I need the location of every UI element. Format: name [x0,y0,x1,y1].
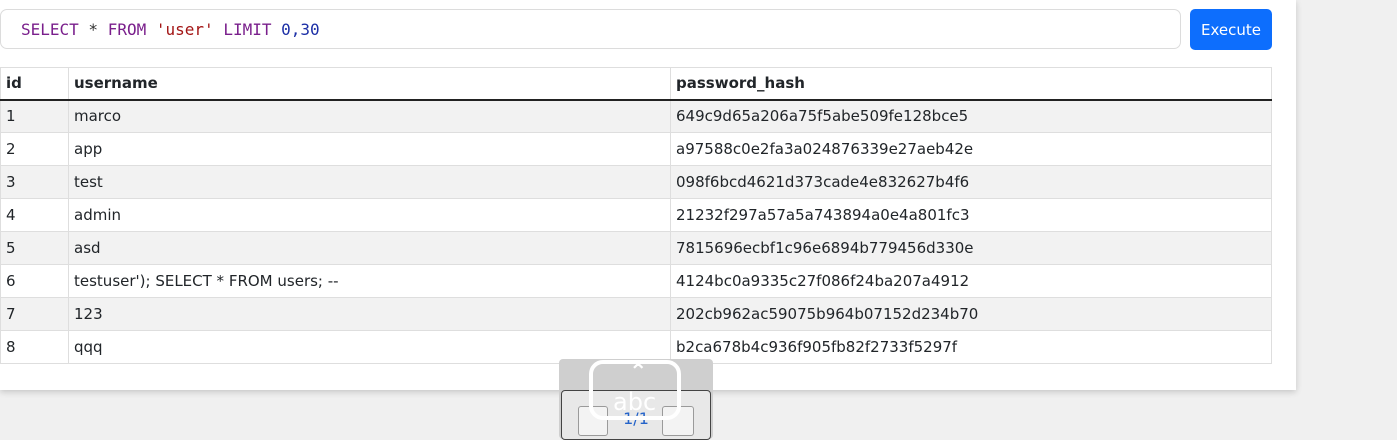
pagination-overlay: 1/1 ⌃ abc [559,359,713,440]
column-header-id[interactable]: id [0,67,69,101]
cell-username: testuser'); SELECT * FROM users; -- [68,264,671,298]
query-token-keyword: LIMIT [223,20,272,39]
cell-password-hash: 7815696ecbf1c96e6894b779456d330e [670,231,1272,265]
cell-id: 2 [0,132,69,166]
cell-password-hash: 4124bc0a9335c27f086f24ba207a4912 [670,264,1272,298]
table-row[interactable]: 5 asd 7815696ecbf1c96e6894b779456d330e [0,231,1272,265]
query-token-operator [214,20,224,39]
query-token-operator: * [78,20,108,39]
cell-id: 5 [0,231,69,265]
cell-id: 8 [0,330,69,364]
column-header-username[interactable]: username [68,67,671,101]
cell-username: test [68,165,671,199]
cell-password-hash: 649c9d65a206a75f5abe509fe128bce5 [670,99,1272,133]
cell-username: asd [68,231,671,265]
cell-id: 7 [0,297,69,331]
table-row[interactable]: 4 admin 21232f297a57a5a743894a0e4a801fc3 [0,198,1272,232]
results-table: id username password_hash 1 marco 649c9d65… [0,67,1272,364]
table-row[interactable]: 1 marco 649c9d65a206a75f5abe509fe128bce5 [0,99,1272,133]
cell-username: admin [68,198,671,232]
query-token-operator [146,20,156,39]
table-row[interactable]: 6 testuser'); SELECT * FROM users; -- 4124… [0,264,1272,298]
cell-password-hash: b2ca678b4c936f905fb82f2733f5297f [670,330,1272,364]
cell-username: app [68,132,671,166]
query-token-keyword: FROM [107,20,147,39]
shift-arrow-icon: ⌃ [629,360,648,385]
cell-password-hash: 098f6bcd4621d373cade4e832627b4f6 [670,165,1272,199]
cell-password-hash: a97588c0e2fa3a024876339e27aeb42e [670,132,1272,166]
table-row[interactable]: 2 app a97588c0e2fa3a024876339e27aeb42e [0,132,1272,166]
cell-password-hash: 21232f297a57a5a743894a0e4a801fc3 [670,198,1272,232]
cell-id: 6 [0,264,69,298]
keyboard-shift-indicator: ⌃ abc [589,360,681,420]
query-token-keyword: SELECT [21,20,79,39]
cell-password-hash: 202cb962ac59075b964b07152d234b70 [670,297,1272,331]
keyboard-mode-label: abc [613,388,657,416]
table-row[interactable]: 7 123 202cb962ac59075b964b07152d234b70 [0,297,1272,331]
table-header-row: id username password_hash [0,67,1272,101]
column-header-password-hash[interactable]: password_hash [670,67,1272,101]
query-token-operator [271,20,281,39]
cell-id: 4 [0,198,69,232]
cell-id: 1 [0,99,69,133]
cell-username: 123 [68,297,671,331]
table-row[interactable]: 3 test 098f6bcd4621d373cade4e832627b4f6 [0,165,1272,199]
cell-id: 3 [0,165,69,199]
query-token-number: 0,30 [281,20,320,39]
sql-query-input[interactable]: SELECT * FROM 'user' LIMIT 0,30 [0,9,1181,49]
cell-username: marco [68,99,671,133]
query-panel: SELECT * FROM 'user' LIMIT 0,30 Execute … [0,0,1296,390]
execute-button[interactable]: Execute [1190,9,1272,50]
query-token-string: 'user' [155,20,214,39]
